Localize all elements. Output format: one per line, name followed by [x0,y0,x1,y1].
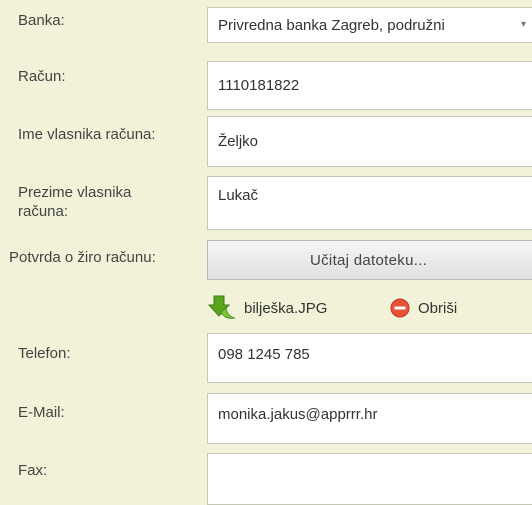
email-field[interactable] [207,393,532,444]
fax-field[interactable] [207,453,532,505]
owner-first-name-field[interactable] [207,116,532,167]
delete-file-label: Obriši [418,299,458,317]
owner-last-name-field[interactable] [207,176,532,230]
email-input[interactable] [218,406,532,423]
email-label: E-Mail: [18,404,65,421]
owner-last-name-label: Prezime vlasnika računa: [18,183,131,221]
phone-input[interactable] [218,346,532,363]
owner-last-name-label-line1: Prezime vlasnika [18,184,132,201]
phone-field[interactable] [207,333,532,383]
account-field[interactable] [207,61,532,110]
phone-label: Telefon: [18,345,71,362]
owner-first-name-input[interactable] [218,133,532,150]
fax-label: Fax: [18,462,48,479]
account-confirmation-label: Potvrda o žiro računu: [9,249,156,266]
attached-file[interactable]: bilješka.JPG [208,294,327,322]
bank-label: Banka: [18,12,65,29]
download-arrow-icon [208,295,236,319]
fax-input[interactable] [218,470,532,488]
chevron-down-icon: ▾ [521,19,527,30]
attached-file-name[interactable]: bilješka.JPG [244,300,327,317]
owner-last-name-label-line2: računa: [18,203,69,220]
account-input[interactable] [218,77,532,94]
account-label: Račun: [18,68,66,85]
minus-circle-icon [390,298,410,318]
delete-file-button[interactable]: Obriši [390,294,457,322]
owner-last-name-input[interactable] [218,187,532,204]
owner-first-name-label: Ime vlasnika računa: [18,126,156,143]
bank-select[interactable]: Privredna banka Zagreb, podružni ▾ [207,7,532,43]
upload-file-button[interactable]: Učitaj datoteku... [207,240,532,280]
bank-select-value: Privredna banka Zagreb, podružni [218,16,445,34]
upload-file-button-label: Učitaj datoteku... [310,251,428,269]
